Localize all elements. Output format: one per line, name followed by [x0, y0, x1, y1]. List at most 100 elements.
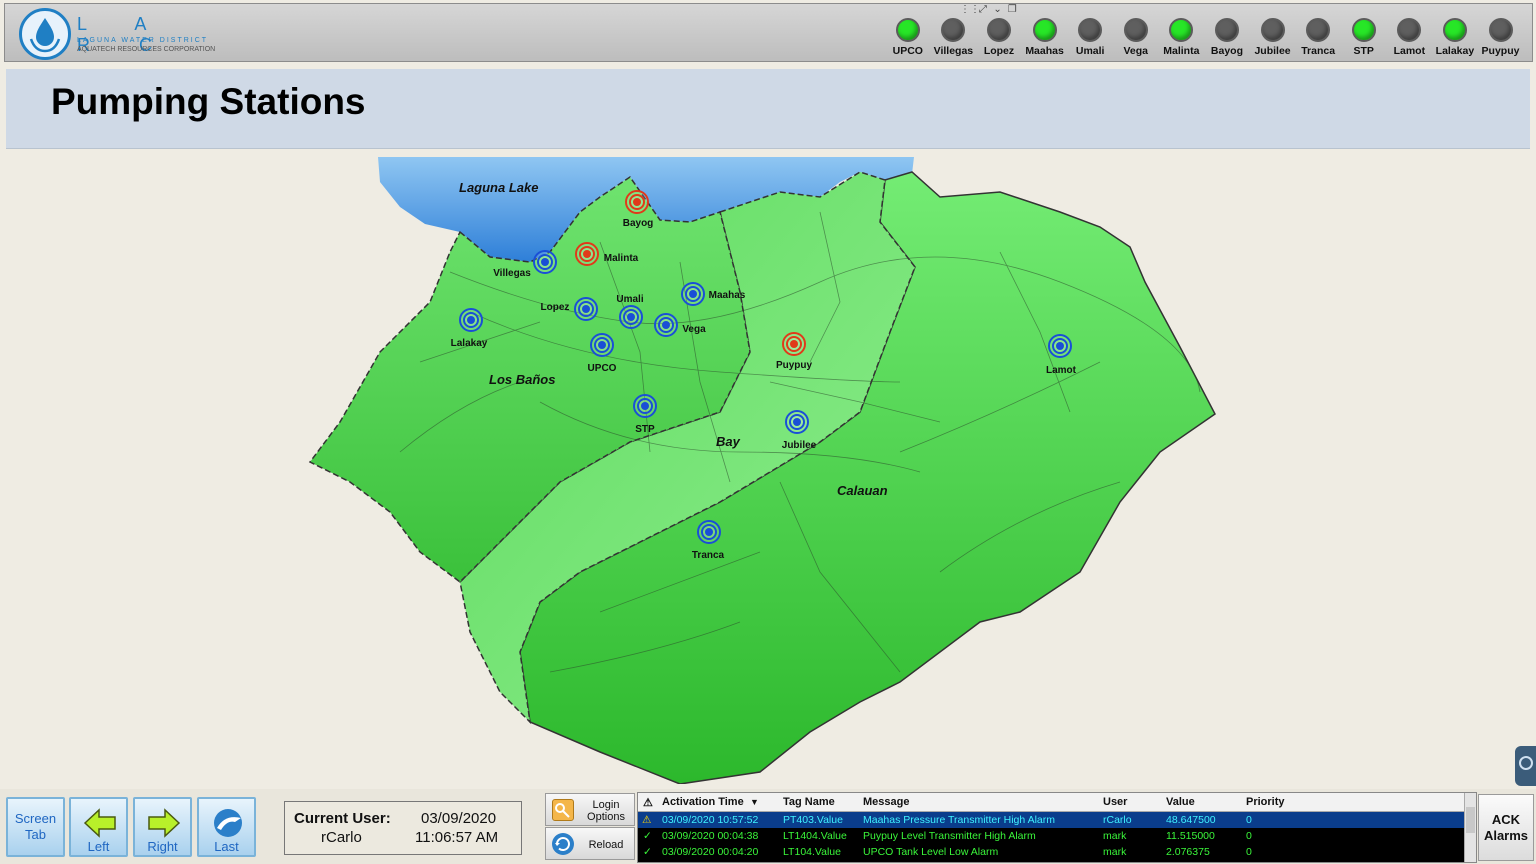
station-light-label: STP [1353, 45, 1374, 57]
column-message[interactable]: Message [863, 796, 909, 808]
reload-label: Reload [588, 839, 624, 851]
status-lamp-icon [1442, 18, 1467, 42]
alarm-tag: PT403.Value [783, 814, 843, 826]
alarm-priority: 0 [1246, 830, 1252, 842]
station-label: Puypuy [776, 360, 813, 371]
station-label: Malinta [604, 253, 639, 264]
ack-alarms-button[interactable]: ACK Alarms [1478, 794, 1534, 861]
reload-icon [552, 833, 574, 855]
screen-tab-button[interactable]: Screen Tab [6, 797, 65, 857]
alarm-table-header: ⚠ Activation Time ▼ Tag Name Message Use… [638, 793, 1465, 812]
column-tag-name[interactable]: Tag Name [783, 796, 835, 808]
alarm-tag: LT1404.Value [783, 830, 847, 842]
alarm-time: 03/09/2020 00:04:38 [662, 830, 759, 842]
status-lamp-icon [1214, 18, 1239, 42]
station-light-lamot[interactable]: Lamot [1387, 18, 1433, 57]
reload-button[interactable]: Reload [545, 827, 635, 860]
alarm-row[interactable]: ⚠ 03/09/2020 10:57:52 PT403.Value Maahas… [638, 812, 1465, 828]
station-light-jubilee[interactable]: Jubilee [1250, 18, 1296, 57]
alarm-message: UPCO Tank Level Low Alarm [863, 846, 999, 858]
left-button[interactable]: Left [69, 797, 128, 857]
maximize-icon[interactable]: ⤢ [977, 4, 989, 16]
status-lamp-icon [1123, 18, 1148, 42]
side-panel-tab[interactable] [1515, 746, 1536, 786]
station-light-bayog[interactable]: Bayog [1204, 18, 1250, 57]
status-lamp-icon [1306, 18, 1331, 42]
alarm-time: 03/09/2020 00:04:20 [662, 846, 759, 858]
last-button[interactable]: Last [197, 797, 256, 857]
station-light-umali[interactable]: Umali [1067, 18, 1113, 57]
station-light-vega[interactable]: Vega [1113, 18, 1159, 57]
scroll-thumb[interactable] [1466, 807, 1475, 833]
status-lamp-icon [895, 18, 920, 42]
current-time: 11:06:57 AM [415, 829, 499, 846]
status-lamp-icon [1078, 18, 1103, 42]
station-light-label: Vega [1123, 45, 1149, 57]
station-marker-stp[interactable]: STP [633, 394, 657, 435]
status-lamp-icon [1260, 18, 1285, 42]
page-title: Pumping Stations [51, 81, 366, 122]
alarm-priority: 0 [1246, 846, 1252, 858]
station-light-upco[interactable]: UPCO [885, 18, 931, 57]
station-label: Villegas [493, 268, 531, 279]
last-button-label: Last [214, 839, 239, 854]
grip-icon[interactable]: ⋮⋮ [960, 4, 980, 16]
station-light-tranca[interactable]: Tranca [1295, 18, 1341, 57]
restore-window-icon[interactable]: ❐ [1006, 4, 1018, 16]
status-lamp-icon [1032, 18, 1057, 42]
station-light-label: Tranca [1301, 45, 1336, 57]
top-status-bar: L A R C LAGUNA WATER DISTRICT AQUATECH R… [4, 3, 1533, 62]
column-priority[interactable]: Priority [1246, 796, 1285, 808]
station-light-label: Lalakay [1435, 45, 1475, 57]
login-options-label: Login Options [587, 799, 625, 823]
column-activation-time[interactable]: Activation Time [662, 796, 744, 808]
login-options-button[interactable]: Login Options [545, 793, 635, 826]
alarm-value: 2.076375 [1166, 846, 1210, 858]
check-icon: ✓ [643, 846, 652, 858]
current-user-label: Current User: [294, 810, 391, 827]
station-light-label: Jubilee [1254, 45, 1291, 57]
station-light-label: UPCO [892, 45, 923, 57]
warning-icon: ⚠ [642, 814, 652, 826]
station-light-puypuy[interactable]: Puypuy [1478, 18, 1524, 57]
station-label: Lalakay [451, 338, 488, 349]
arrow-left-icon [83, 808, 116, 838]
column-value[interactable]: Value [1166, 796, 1195, 808]
right-button[interactable]: Right [133, 797, 192, 857]
title-banner: Pumping Stations [6, 69, 1530, 149]
station-label: Lamot [1046, 365, 1077, 376]
alarm-time: 03/09/2020 10:57:52 [662, 814, 759, 826]
sort-desc-icon[interactable]: ▼ [750, 797, 759, 807]
bottom-toolbar: Screen Tab Left Right Last Current User:… [0, 789, 1536, 864]
chevron-down-icon[interactable]: ⌄ [992, 4, 1004, 16]
station-light-label: Bayog [1210, 45, 1243, 57]
column-user[interactable]: User [1103, 796, 1127, 808]
alarm-summary-table: ⚠ Activation Time ▼ Tag Name Message Use… [637, 792, 1477, 863]
station-light-lalakay[interactable]: Lalakay [1432, 18, 1478, 57]
alarm-row[interactable]: ✓ 03/09/2020 00:04:38 LT1404.Value Puypu… [638, 828, 1465, 844]
station-light-stp[interactable]: STP [1341, 18, 1387, 57]
status-lamp-icon [986, 18, 1011, 42]
region-label-calauan: Calauan [837, 483, 888, 498]
left-button-label: Left [87, 839, 110, 854]
alarm-priority: 0 [1246, 814, 1252, 826]
station-light-villegas[interactable]: Villegas [931, 18, 977, 57]
station-light-maahas[interactable]: Maahas [1022, 18, 1068, 57]
current-user-panel: Current User: rCarlo 03/09/2020 11:06:57… [284, 801, 522, 855]
station-label: Jubilee [782, 440, 817, 451]
station-label: Bayog [623, 218, 654, 229]
alarm-user: rCarlo [1103, 814, 1132, 826]
current-date: 03/09/2020 [421, 810, 497, 827]
station-light-lopez[interactable]: Lopez [976, 18, 1022, 57]
region-label-los-banos: Los Baños [489, 372, 555, 387]
alarm-value: 48.647500 [1166, 814, 1216, 826]
alarm-row[interactable]: ✓ 03/09/2020 00:04:20 LT104.Value UPCO T… [638, 844, 1465, 860]
arrow-right-icon [148, 808, 181, 838]
screen-tab-label: Screen Tab [14, 811, 57, 842]
station-label: Tranca [692, 550, 725, 561]
panel-toggle-icon [1519, 756, 1533, 770]
alarm-scrollbar[interactable] [1464, 793, 1476, 862]
station-status-lights: UPCO Villegas Lopez Maahas Umali Vega Malinta B… [885, 18, 1523, 57]
status-lamp-icon [1351, 18, 1376, 42]
station-light-malinta[interactable]: Malinta [1159, 18, 1205, 57]
